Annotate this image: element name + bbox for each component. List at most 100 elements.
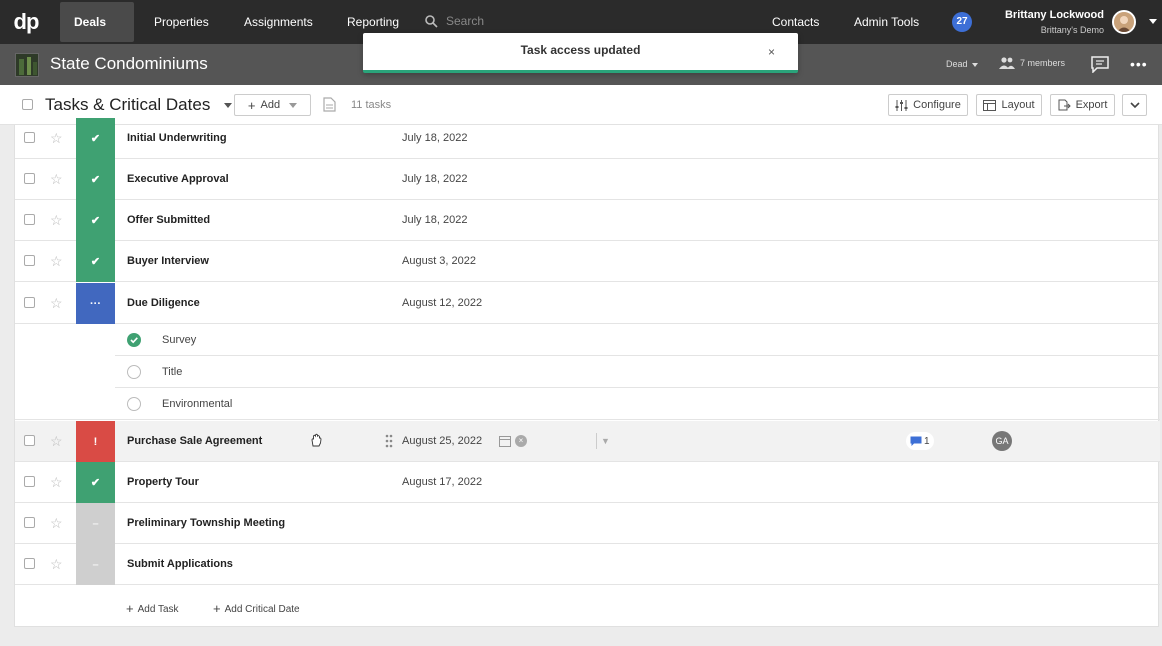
task-date[interactable]: July 18, 2022 xyxy=(402,214,467,226)
task-row[interactable]: ☆ ✔ Offer Submitted July 18, 2022 xyxy=(15,200,1160,241)
star-icon[interactable]: ☆ xyxy=(50,171,63,188)
nav-properties[interactable]: Properties xyxy=(140,0,223,44)
task-row[interactable]: ☆ – Submit Applications xyxy=(15,544,1160,585)
add-task-link[interactable]: + Add Task xyxy=(126,601,179,616)
layout-label: Layout xyxy=(1001,99,1035,111)
status-cell-none[interactable]: – xyxy=(76,503,115,544)
more-options-icon[interactable]: ••• xyxy=(1130,56,1148,72)
layout-button[interactable]: Layout xyxy=(976,94,1042,116)
comments-badge[interactable]: 1 xyxy=(906,432,934,450)
title-chevron-down-icon[interactable] xyxy=(224,103,232,108)
layout-icon xyxy=(983,99,997,111)
status-cell-done[interactable]: ✔ xyxy=(76,200,115,241)
chat-icon[interactable] xyxy=(1091,56,1109,73)
user-menu-chevron-icon[interactable] xyxy=(1149,19,1157,24)
members-button[interactable]: 7 members xyxy=(998,57,1065,69)
task-checkbox[interactable] xyxy=(24,476,35,487)
task-date[interactable]: August 3, 2022 xyxy=(402,255,476,267)
deal-thumbnail xyxy=(15,53,39,77)
assignee-avatar[interactable]: GA xyxy=(992,431,1012,451)
document-icon[interactable] xyxy=(323,97,336,112)
task-checkbox[interactable] xyxy=(24,297,35,308)
dropdown-chevron-icon[interactable]: ▼ xyxy=(596,433,610,449)
star-icon[interactable]: ☆ xyxy=(50,295,63,312)
star-icon[interactable]: ☆ xyxy=(50,515,63,532)
notification-badge[interactable]: 27 xyxy=(952,12,972,32)
dealpath-logo[interactable]: dp xyxy=(0,0,52,44)
subtask-unchecked-icon[interactable] xyxy=(127,365,141,379)
star-icon[interactable]: ☆ xyxy=(50,130,63,147)
subtask-row[interactable]: Title xyxy=(115,356,1160,388)
status-cell-done[interactable]: ✔ xyxy=(76,241,115,282)
expand-toggle-button[interactable] xyxy=(1122,94,1147,116)
search-placeholder: Search xyxy=(446,14,485,28)
task-row[interactable]: ☆ ✔ Buyer Interview August 3, 2022 xyxy=(15,241,1160,282)
add-button[interactable]: + Add xyxy=(234,94,311,116)
task-row[interactable]: ☆ ✔ Property Tour August 17, 2022 xyxy=(15,462,1160,503)
task-row[interactable]: ☆ ! Purchase Sale Agreement August 25, 2… xyxy=(15,421,1160,462)
subtask-checked-icon[interactable] xyxy=(127,333,141,347)
star-icon[interactable]: ☆ xyxy=(50,253,63,270)
task-name[interactable]: Property Tour xyxy=(127,476,199,488)
status-cell-done[interactable]: ✔ xyxy=(76,462,115,503)
star-icon[interactable]: ☆ xyxy=(50,556,63,573)
task-checkbox[interactable] xyxy=(24,255,35,266)
subtask-row[interactable]: Environmental xyxy=(115,388,1160,420)
subtask-row[interactable]: Survey xyxy=(115,324,1160,356)
task-date[interactable]: August 25, 2022 xyxy=(402,435,482,447)
search-input[interactable]: Search xyxy=(425,14,484,28)
clear-date-icon[interactable]: × xyxy=(515,435,527,447)
task-date[interactable]: August 17, 2022 xyxy=(402,476,482,488)
people-icon xyxy=(999,57,1015,69)
star-icon[interactable]: ☆ xyxy=(50,433,63,450)
star-icon[interactable]: ☆ xyxy=(50,474,63,491)
comment-count: 1 xyxy=(924,435,930,447)
subtask-label[interactable]: Title xyxy=(162,366,182,378)
task-name[interactable]: Due Diligence xyxy=(127,297,200,309)
task-name[interactable]: Purchase Sale Agreement xyxy=(127,435,262,447)
status-cell-none[interactable]: – xyxy=(76,544,115,585)
task-date[interactable]: August 12, 2022 xyxy=(402,297,482,309)
task-checkbox[interactable] xyxy=(24,435,35,446)
drag-handle-icon[interactable] xyxy=(385,434,393,448)
task-name[interactable]: Offer Submitted xyxy=(127,214,210,226)
task-row[interactable]: ☆ – Preliminary Township Meeting xyxy=(15,503,1160,544)
subtask-unchecked-icon[interactable] xyxy=(127,397,141,411)
task-checkbox[interactable] xyxy=(24,173,35,184)
add-critical-date-link[interactable]: + Add Critical Date xyxy=(213,601,300,616)
task-count: 11 tasks xyxy=(351,99,392,111)
task-row[interactable]: ☆ ✔ Initial Underwriting July 18, 2022 xyxy=(15,118,1160,159)
close-icon[interactable]: × xyxy=(768,45,775,59)
nav-admin-tools[interactable]: Admin Tools xyxy=(840,0,933,44)
calendar-icon[interactable] xyxy=(499,435,511,447)
task-row[interactable]: ☆ ✔ Executive Approval July 18, 2022 xyxy=(15,159,1160,200)
task-date[interactable]: July 18, 2022 xyxy=(402,173,467,185)
nav-deals[interactable]: Deals xyxy=(60,2,134,66)
task-name[interactable]: Executive Approval xyxy=(127,173,229,185)
subtask-label[interactable]: Environmental xyxy=(162,398,232,410)
star-icon[interactable]: ☆ xyxy=(50,212,63,229)
task-checkbox[interactable] xyxy=(24,132,35,143)
nav-assignments[interactable]: Assignments xyxy=(230,0,327,44)
task-checkbox[interactable] xyxy=(24,214,35,225)
subtask-label[interactable]: Survey xyxy=(162,334,196,346)
task-name[interactable]: Submit Applications xyxy=(127,558,233,570)
task-name[interactable]: Preliminary Township Meeting xyxy=(127,517,285,529)
status-cell-done[interactable]: ✔ xyxy=(76,159,115,200)
status-cell-alert[interactable]: ! xyxy=(76,421,115,462)
status-cell-in-progress[interactable]: ··· xyxy=(76,283,115,324)
export-button[interactable]: Export xyxy=(1050,94,1115,116)
hand-cursor-icon xyxy=(311,433,322,447)
task-name[interactable]: Buyer Interview xyxy=(127,255,209,267)
task-checkbox[interactable] xyxy=(24,517,35,528)
task-row[interactable]: ☆ ··· Due Diligence August 12, 2022 xyxy=(15,283,1160,324)
avatar[interactable] xyxy=(1112,10,1136,34)
task-checkbox[interactable] xyxy=(24,558,35,569)
deal-status-dropdown[interactable]: Dead xyxy=(946,59,979,69)
task-name[interactable]: Initial Underwriting xyxy=(127,132,227,144)
status-cell-done[interactable]: ✔ xyxy=(76,118,115,159)
task-date[interactable]: July 18, 2022 xyxy=(402,132,467,144)
select-all-checkbox[interactable] xyxy=(22,99,33,110)
user-name[interactable]: Brittany Lockwood xyxy=(980,9,1104,21)
configure-button[interactable]: Configure xyxy=(888,94,968,116)
